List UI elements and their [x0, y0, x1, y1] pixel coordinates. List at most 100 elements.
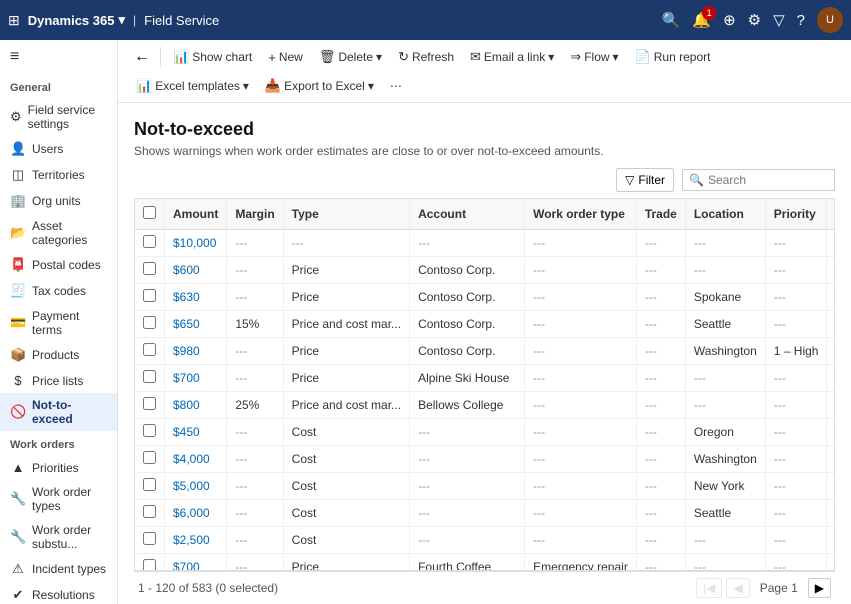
- row-checkbox[interactable]: [143, 235, 156, 248]
- row-amount[interactable]: $600: [165, 257, 227, 284]
- row-checkbox[interactable]: [143, 343, 156, 356]
- sidebar-hamburger[interactable]: ≡: [0, 40, 117, 74]
- flow-button[interactable]: ⇒ Flow ▾: [564, 45, 624, 69]
- notification-bell-icon[interactable]: 🔔1: [692, 11, 711, 29]
- row-checkbox[interactable]: [143, 532, 156, 545]
- row-checkbox-cell[interactable]: [135, 527, 165, 554]
- next-page-button[interactable]: ▶: [808, 578, 831, 598]
- col-amount[interactable]: Amount: [165, 199, 227, 230]
- sidebar-item-products[interactable]: 📦 Products: [0, 342, 117, 368]
- sidebar-item-price-lists[interactable]: $ Price lists: [0, 368, 117, 393]
- row-checkbox[interactable]: [143, 316, 156, 329]
- row-amount[interactable]: $2,500: [165, 527, 227, 554]
- row-amount[interactable]: $630: [165, 284, 227, 311]
- row-checkbox[interactable]: [143, 397, 156, 410]
- export-to-excel-button[interactable]: 📥 Export to Excel ▾: [259, 74, 380, 98]
- row-amount[interactable]: $700: [165, 554, 227, 572]
- sidebar-item-work-order-subst[interactable]: 🔧 Work order substu...: [0, 518, 117, 556]
- sidebar-item-label: Work order substu...: [32, 523, 107, 551]
- row-amount[interactable]: $4,000: [165, 446, 227, 473]
- sidebar-item-territories[interactable]: ◫ Territories: [0, 162, 117, 188]
- row-checkbox-cell[interactable]: [135, 419, 165, 446]
- sidebar-item-field-service-settings[interactable]: ⚙ Field service settings: [0, 98, 117, 136]
- sidebar-item-priorities[interactable]: ▲ Priorities: [0, 455, 117, 480]
- add-icon[interactable]: ⊕: [723, 11, 736, 29]
- row-amount[interactable]: $980: [165, 338, 227, 365]
- row-amount[interactable]: $5,000: [165, 473, 227, 500]
- row-checkbox[interactable]: [143, 559, 156, 571]
- general-section-label: General: [0, 74, 117, 98]
- col-incident-type[interactable]: Incident type ↓: [827, 199, 835, 230]
- grid-icon[interactable]: ⊞: [8, 12, 20, 29]
- sidebar-item-incident-types[interactable]: ⚠ Incident types: [0, 556, 117, 582]
- sidebar-item-asset-categories[interactable]: 📂 Asset categories: [0, 214, 117, 252]
- excel-templates-button[interactable]: 📊 Excel templates ▾: [130, 74, 255, 98]
- col-location[interactable]: Location: [685, 199, 765, 230]
- app-logo[interactable]: Dynamics 365 ▾: [28, 12, 125, 28]
- col-type[interactable]: Type: [283, 199, 409, 230]
- row-checkbox-cell[interactable]: [135, 392, 165, 419]
- row-checkbox[interactable]: [143, 289, 156, 302]
- col-work-order-type[interactable]: Work order type: [525, 199, 637, 230]
- new-button[interactable]: + New: [262, 46, 309, 69]
- col-checkbox[interactable]: [135, 199, 165, 230]
- row-checkbox-cell[interactable]: [135, 473, 165, 500]
- row-amount[interactable]: $650: [165, 311, 227, 338]
- sidebar-item-not-to-exceed[interactable]: 🚫 Not-to-exceed: [0, 393, 117, 431]
- search-input[interactable]: [708, 173, 828, 187]
- show-chart-button[interactable]: 📊 Show chart: [167, 45, 258, 69]
- row-checkbox-cell[interactable]: [135, 230, 165, 257]
- prev-page-button[interactable]: ◀: [726, 578, 749, 598]
- row-checkbox[interactable]: [143, 262, 156, 275]
- row-checkbox-cell[interactable]: [135, 554, 165, 572]
- select-all-checkbox[interactable]: [143, 206, 156, 219]
- row-amount[interactable]: $10,000: [165, 230, 227, 257]
- settings-icon[interactable]: ⚙: [748, 11, 761, 29]
- sidebar-item-resolutions[interactable]: ✔ Resolutions: [0, 582, 117, 604]
- row-checkbox-cell[interactable]: [135, 311, 165, 338]
- row-checkbox[interactable]: [143, 424, 156, 437]
- topbar-icons: 🔍 🔔1 ⊕ ⚙ ▽ ? U: [662, 7, 843, 33]
- back-button[interactable]: ←: [130, 44, 154, 70]
- row-incident-type: Coolant change and disposal: [827, 527, 835, 554]
- row-amount[interactable]: $700: [165, 365, 227, 392]
- row-checkbox[interactable]: [143, 451, 156, 464]
- sidebar-item-work-order-types[interactable]: 🔧 Work order types: [0, 480, 117, 518]
- delete-button[interactable]: 🗑 Delete ▾: [313, 45, 388, 69]
- email-link-button[interactable]: ✉ Email a link ▾: [464, 45, 560, 69]
- col-account[interactable]: Account: [410, 199, 525, 230]
- row-checkbox[interactable]: [143, 478, 156, 491]
- sidebar-item-tax-codes[interactable]: 🧾 Tax codes: [0, 278, 117, 304]
- row-amount[interactable]: $450: [165, 419, 227, 446]
- run-report-button[interactable]: 📄 Run report: [629, 45, 717, 69]
- col-trade[interactable]: Trade: [636, 199, 685, 230]
- row-priority: ---: [765, 365, 827, 392]
- table-toolbar: ▽ Filter 🔍: [134, 168, 835, 192]
- row-checkbox-cell[interactable]: [135, 446, 165, 473]
- first-page-button[interactable]: |◀: [696, 578, 722, 598]
- row-checkbox-cell[interactable]: [135, 257, 165, 284]
- col-priority[interactable]: Priority: [765, 199, 827, 230]
- filter-icon[interactable]: ▽: [773, 11, 785, 29]
- row-checkbox-cell[interactable]: [135, 338, 165, 365]
- help-icon[interactable]: ?: [797, 12, 805, 29]
- flow-chevron-icon: ▾: [613, 50, 619, 64]
- col-margin[interactable]: Margin: [227, 199, 283, 230]
- search-icon[interactable]: 🔍: [662, 11, 681, 29]
- row-checkbox[interactable]: [143, 370, 156, 383]
- row-checkbox-cell[interactable]: [135, 365, 165, 392]
- sidebar-item-org-units[interactable]: 🏢 Org units: [0, 188, 117, 214]
- row-amount[interactable]: $6,000: [165, 500, 227, 527]
- row-amount[interactable]: $800: [165, 392, 227, 419]
- row-checkbox-cell[interactable]: [135, 500, 165, 527]
- sidebar-item-postal-codes[interactable]: 📮 Postal codes: [0, 252, 117, 278]
- sidebar-item-payment-terms[interactable]: 💳 Payment terms: [0, 304, 117, 342]
- avatar[interactable]: U: [817, 7, 843, 33]
- table-row: $650 15% Price and cost mar... Contoso C…: [135, 311, 835, 338]
- row-checkbox[interactable]: [143, 505, 156, 518]
- sidebar-item-users[interactable]: 👤 Users: [0, 136, 117, 162]
- refresh-button[interactable]: ↻ Refresh: [392, 45, 460, 69]
- filter-button[interactable]: ▽ Filter: [616, 168, 674, 192]
- row-checkbox-cell[interactable]: [135, 284, 165, 311]
- more-button[interactable]: ⋯: [384, 75, 408, 97]
